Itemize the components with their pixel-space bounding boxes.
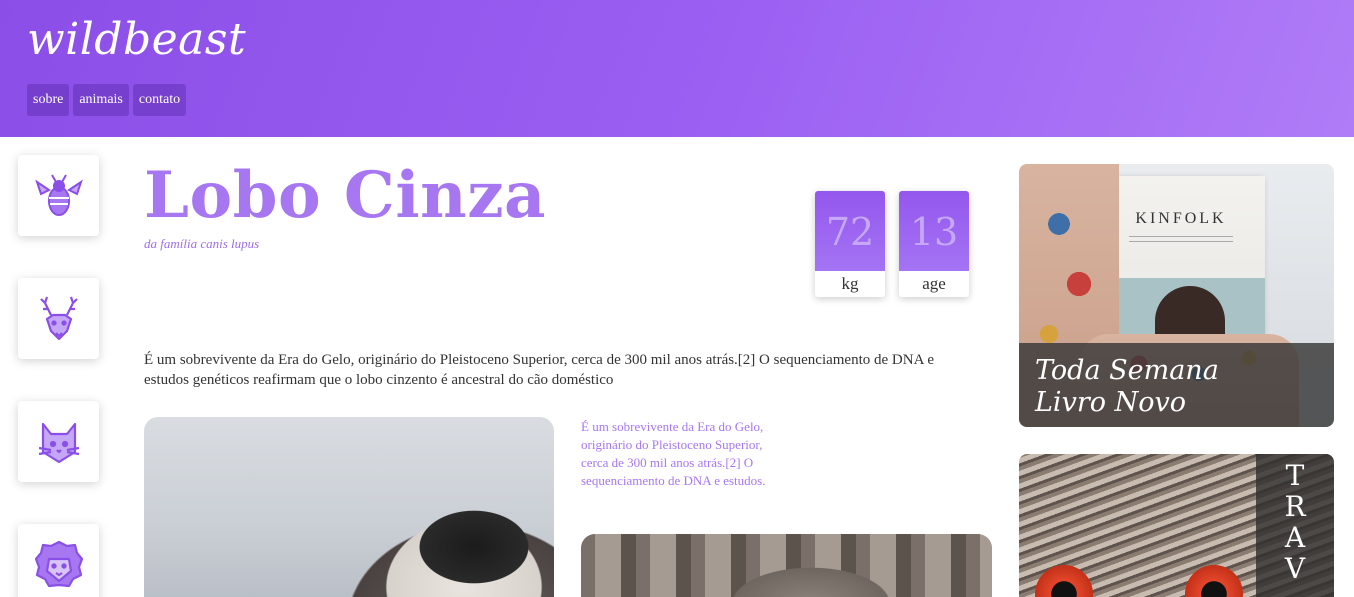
animal-card-lion[interactable] bbox=[18, 524, 99, 597]
letter-3: A bbox=[1284, 521, 1306, 554]
stat-weight-unit: kg bbox=[841, 274, 859, 293]
cat-icon bbox=[38, 422, 79, 463]
nav-item-animais[interactable]: animais bbox=[73, 84, 129, 116]
animal-card-bee[interactable] bbox=[18, 155, 99, 236]
brand-logo[interactable]: wildbeast bbox=[27, 14, 246, 65]
main-nav: sobre animais contato bbox=[27, 84, 187, 116]
intro-paragraph: É um sobrevivente da Era do Gelo, origin… bbox=[144, 352, 934, 388]
stat-weight-value: 72 bbox=[815, 191, 885, 271]
side-note: É um sobrevivente da Era do Gelo, origin… bbox=[581, 419, 766, 488]
caption-line-2: Livro Novo bbox=[1035, 387, 1186, 418]
page-subtitle: da família canis lupus bbox=[144, 236, 260, 251]
nav-item-contato[interactable]: contato bbox=[132, 84, 187, 116]
bee-icon bbox=[34, 174, 83, 216]
animal-card-deer[interactable] bbox=[18, 278, 99, 359]
magazine-rule bbox=[1129, 236, 1233, 242]
travel-vertical-label: T R A V bbox=[1256, 454, 1334, 597]
caption-line-1: Toda Semana bbox=[1035, 355, 1219, 386]
wolf-howling-photo bbox=[144, 417, 554, 597]
book-promo-card[interactable]: KINFOLK Toda Semana Livro Novo bbox=[1019, 164, 1334, 427]
site-header: wildbeast sobre animais contato bbox=[0, 0, 1354, 137]
lion-icon bbox=[34, 540, 83, 587]
wolf-forest-photo bbox=[581, 534, 992, 597]
animal-card-cat[interactable] bbox=[18, 401, 99, 482]
letter-4: V bbox=[1284, 552, 1306, 585]
letter-2: R bbox=[1284, 490, 1306, 523]
travel-promo-card[interactable]: T R A V bbox=[1019, 454, 1334, 597]
nav-item-sobre[interactable]: sobre bbox=[27, 84, 70, 116]
stat-age: 13 age bbox=[899, 191, 969, 297]
stat-weight: 72 kg bbox=[815, 191, 885, 297]
book-card-caption: Toda Semana Livro Novo bbox=[1019, 343, 1334, 427]
stat-age-unit: age bbox=[922, 274, 946, 293]
page-title: Lobo Cinza bbox=[144, 158, 546, 233]
letter-1: T bbox=[1285, 459, 1305, 492]
deer-icon bbox=[39, 296, 78, 340]
magazine-title: KINFOLK bbox=[1135, 210, 1227, 227]
stat-age-value: 13 bbox=[899, 191, 969, 271]
